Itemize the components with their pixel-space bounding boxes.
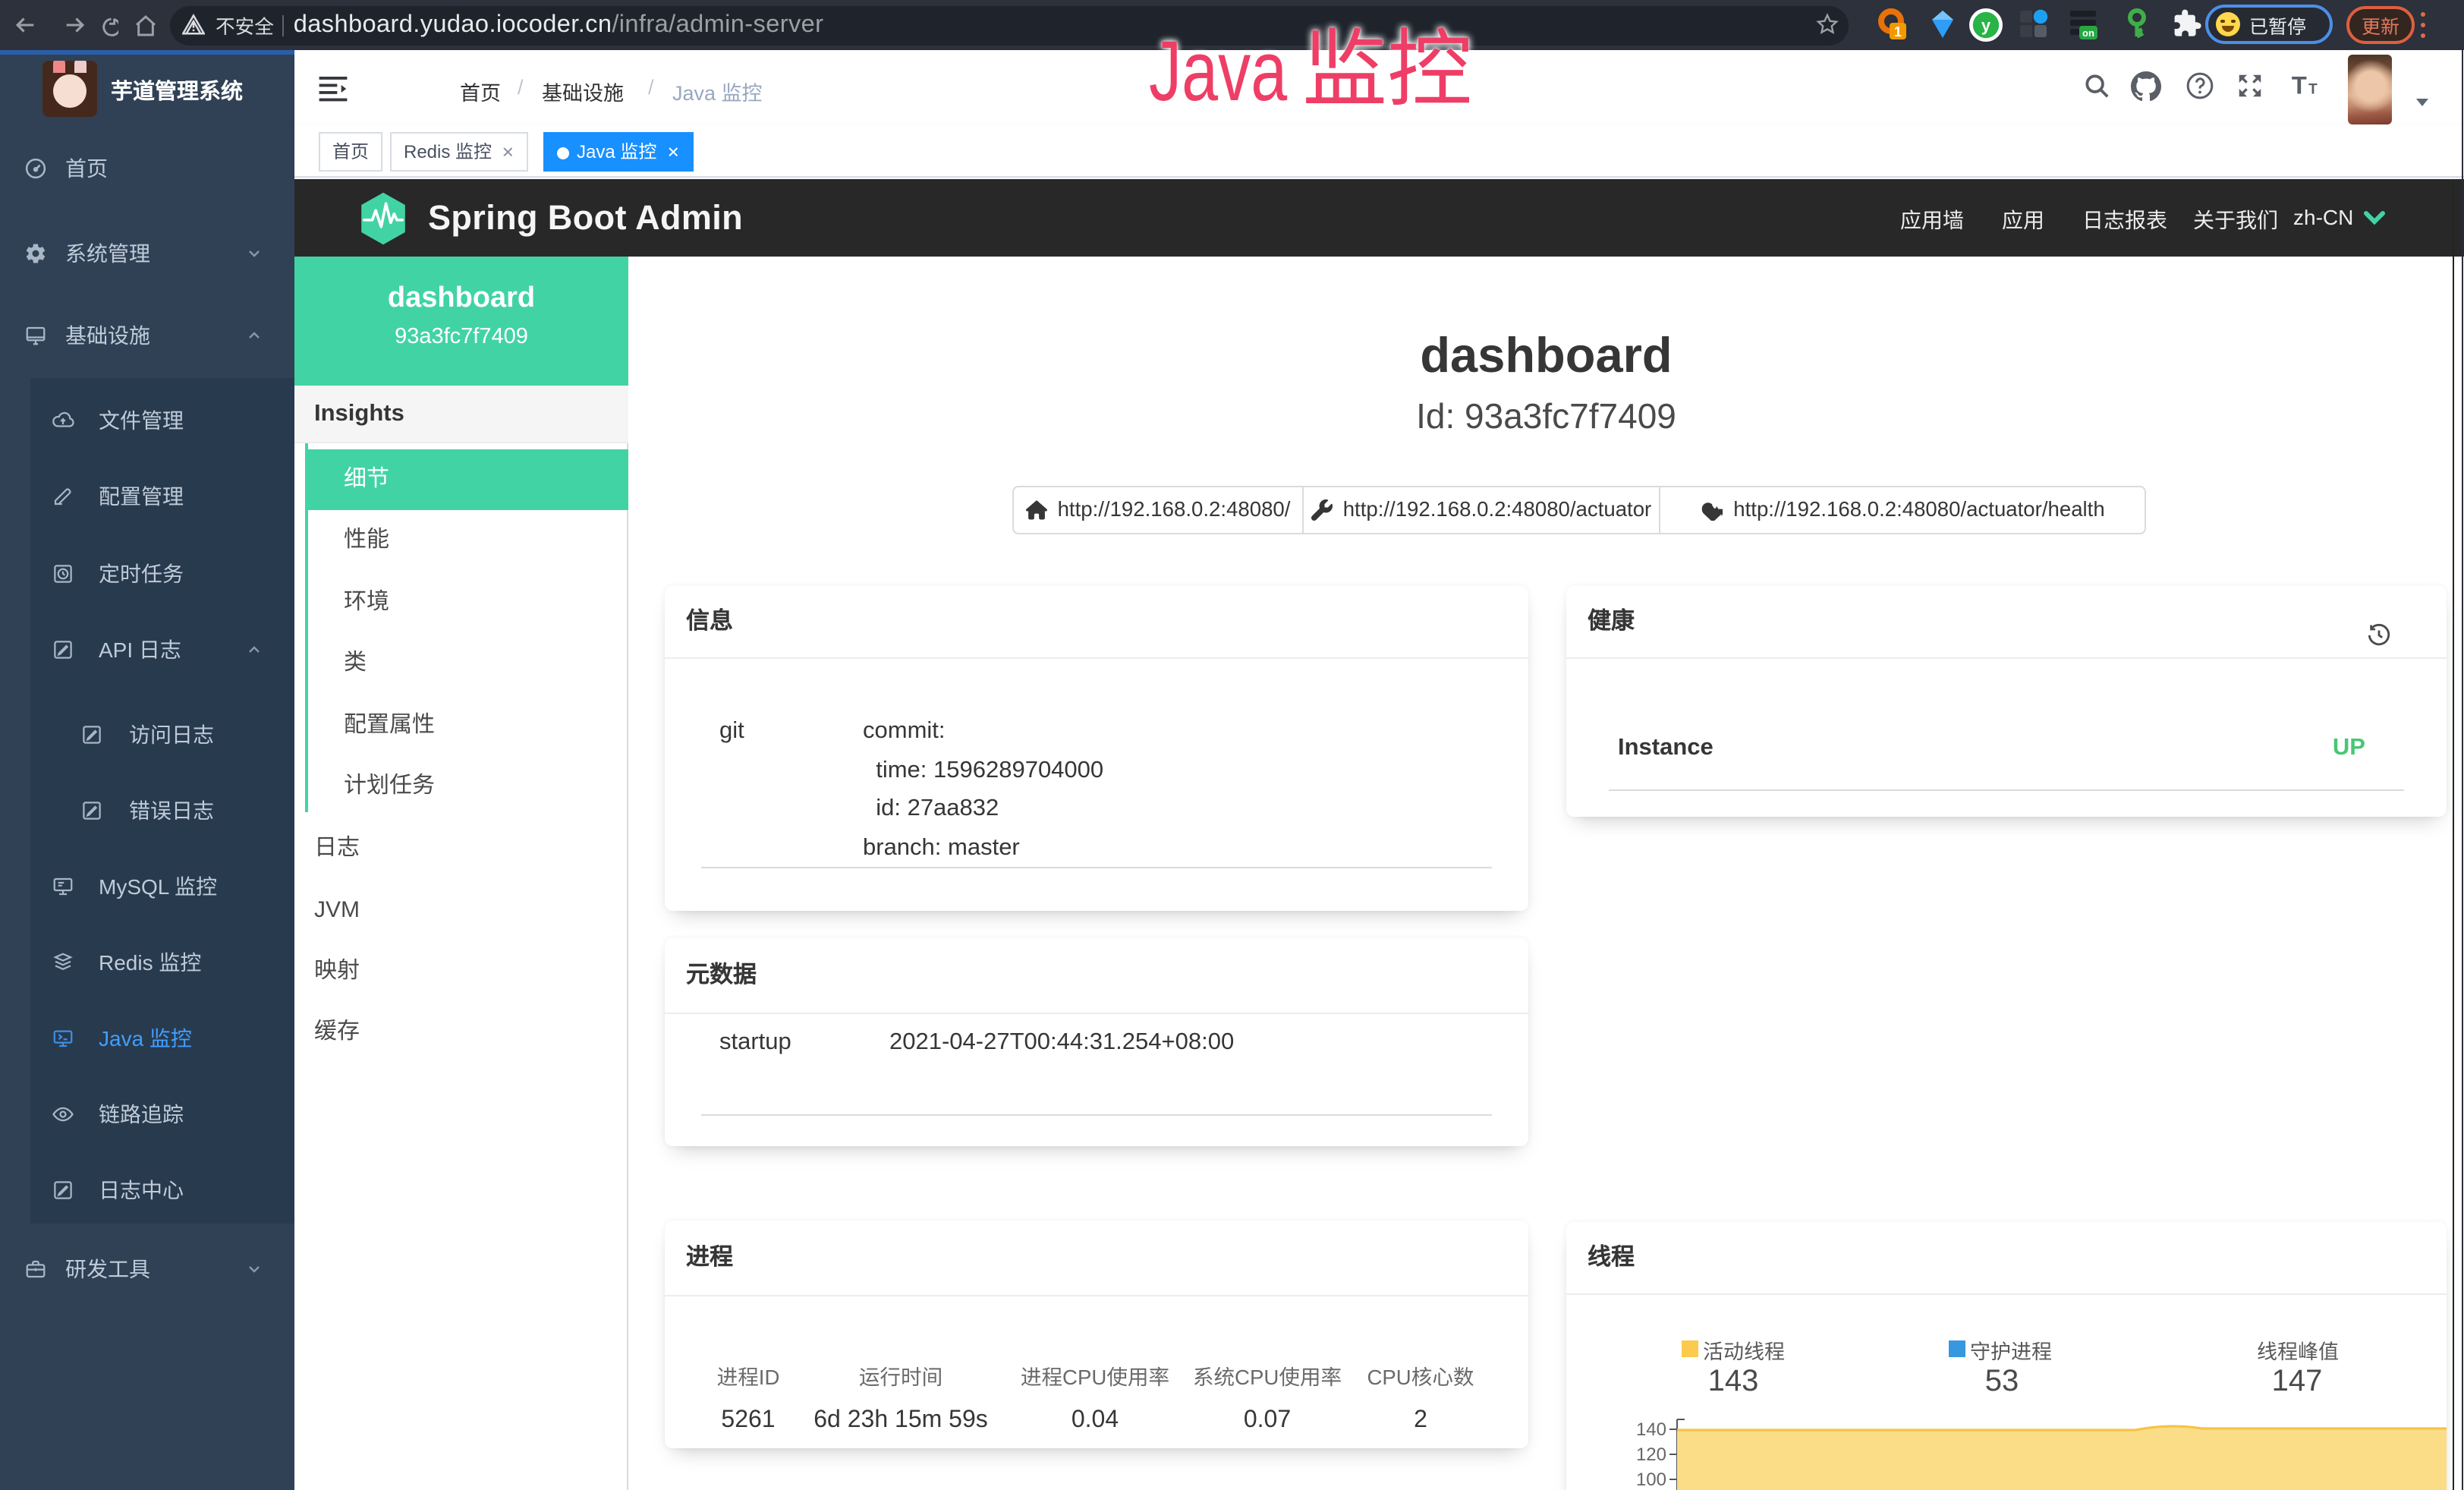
svg-text:1: 1 <box>1894 24 1902 39</box>
svg-text:y: y <box>1981 16 1991 35</box>
svg-text:on: on <box>2082 27 2094 39</box>
svg-text:100: 100 <box>1636 1469 1666 1489</box>
svg-text:120: 120 <box>1636 1444 1666 1464</box>
svg-text:T: T <box>2292 71 2307 99</box>
svg-text:140: 140 <box>1636 1419 1666 1439</box>
svg-text:T: T <box>2308 81 2318 97</box>
